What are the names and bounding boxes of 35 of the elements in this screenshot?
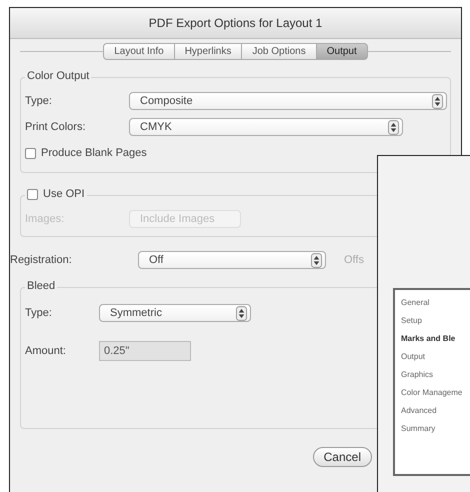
tab[interactable]: Layout Info — [103, 43, 174, 60]
checkbox-label: Use OPI — [43, 188, 85, 200]
stepper-icon — [311, 252, 322, 268]
bleed-type-dropdown[interactable]: Symmetric — [99, 304, 251, 322]
group-title: Bleed — [25, 280, 58, 292]
list-item[interactable]: Output — [395, 348, 470, 366]
checkbox-label: Produce Blank Pages — [41, 147, 147, 159]
stepper-icon — [432, 94, 443, 108]
window-title: PDF Export Options for Layout 1 — [148, 16, 322, 30]
registration-dropdown[interactable]: Off — [138, 251, 326, 269]
list-item[interactable]: Advanced — [395, 402, 470, 420]
checkbox[interactable] — [25, 148, 36, 158]
type-dropdown[interactable]: Composite — [129, 92, 447, 110]
field-label: Amount: — [25, 345, 67, 357]
field-label: Registration: — [10, 254, 73, 266]
list-item[interactable]: Marks and Ble — [395, 330, 470, 348]
list-item[interactable]: Graphics — [395, 366, 470, 384]
list-item[interactable]: Setup — [395, 312, 470, 330]
tab[interactable]: Hyperlinks — [174, 43, 242, 60]
tab[interactable]: Job Options — [241, 43, 316, 60]
list-item[interactable]: Color Manageme — [395, 384, 470, 402]
stepper-icon — [388, 120, 399, 134]
tab[interactable]: Output — [316, 43, 368, 60]
field-label: Type: — [25, 95, 53, 107]
field-label: Type: — [25, 307, 53, 319]
print-colors-dropdown[interactable]: CMYK — [129, 118, 403, 136]
checkbox[interactable] — [27, 188, 38, 200]
list-item[interactable]: General — [395, 294, 470, 312]
field-label: Print Colors: — [25, 121, 87, 133]
field-label: Offs — [344, 254, 364, 266]
cancel-button[interactable]: Cancel — [312, 447, 372, 467]
amount-field[interactable]: 0.25" — [99, 341, 191, 361]
list-item[interactable]: Summary — [395, 420, 470, 438]
stepper-icon — [236, 306, 247, 320]
group-title: Color Output — [25, 70, 92, 82]
